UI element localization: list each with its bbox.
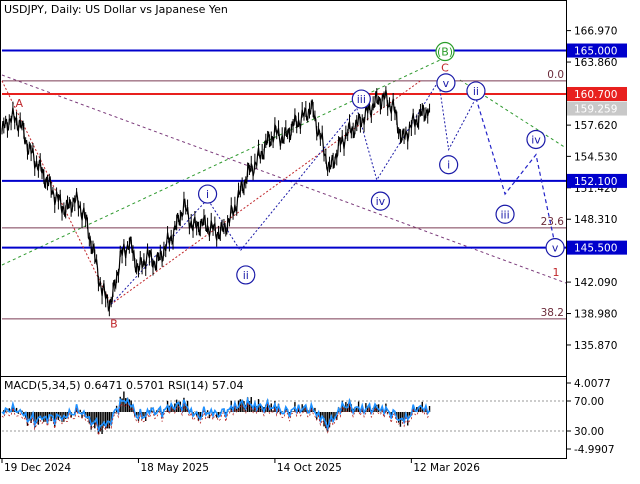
wave-label-text: iv (376, 195, 386, 208)
usdjpy-chart: USDJPY, Daily: US Dollar vs Japanese Yen… (0, 0, 640, 480)
wave-label-text: C (441, 62, 449, 75)
current-price-label: 159.259 (574, 104, 617, 116)
price-tick-label: 148.310 (574, 214, 617, 226)
level-165-box-label: 165.000 (574, 46, 617, 58)
wave-label-1: B (110, 317, 118, 330)
wave-label-13: v (545, 238, 565, 258)
wave-label-text: 1 (552, 266, 559, 279)
price-tick-label: 163.860 (574, 57, 617, 69)
price-tick-label: 154.530 (574, 151, 617, 163)
wave-label-10: ii (466, 81, 486, 101)
indicator-tick-label: 4.0077 (574, 378, 611, 390)
time-tick-label: 12 Mar 2026 (413, 462, 480, 474)
wave-label-8: v (436, 73, 456, 93)
wave-label-text: i (206, 188, 209, 201)
wave-label-4: i (197, 184, 218, 204)
wave-label-5: ii (236, 265, 256, 285)
wave-label-text: (B) (437, 46, 453, 59)
wave-label-14: 1 (552, 266, 559, 279)
wave-label-text: A (16, 97, 24, 110)
time-tick-label: 19 Dec 2024 (4, 462, 71, 474)
wave-label-6: iii (351, 89, 371, 109)
wave-label-0: A (16, 97, 24, 110)
fib-38-2-label: 38.2 (541, 307, 564, 319)
wave-label-text: B (110, 317, 118, 330)
wave-label-3: C (441, 62, 449, 75)
price-tick-label: 135.870 (574, 340, 617, 352)
time-tick-label: 18 May 2025 (140, 462, 208, 474)
wave-label-text: iii (357, 93, 366, 106)
price-tick-label: 138.980 (574, 309, 617, 321)
indicator-tick-label: -4.9907 (574, 444, 615, 456)
wave-label-text: ii (243, 269, 249, 282)
fib-0-label: 0.0 (547, 69, 564, 81)
wave-label-7: iv (370, 191, 391, 211)
wave-label-9: i (439, 155, 459, 175)
level-145-5-box-label: 145.500 (574, 243, 617, 255)
level-160-7-box-label: 160.700 (574, 89, 617, 101)
time-tick-label: 14 Oct 2025 (277, 462, 342, 474)
price-tick-label: 166.970 (574, 26, 617, 38)
wave-label-text: i (447, 159, 450, 172)
level-152-1-box-label: 152.100 (574, 176, 617, 188)
wave-label-11: iii (495, 204, 515, 224)
wave-label-text: v (443, 77, 450, 90)
wave-label-text: ii (473, 85, 479, 98)
wave-label-text: iv (531, 133, 541, 146)
wave-label-text: v (552, 242, 559, 255)
chart-title: USDJPY, Daily: US Dollar vs Japanese Yen (4, 3, 228, 16)
indicator-label: MACD(5,34,5) 0.6471 0.5701 RSI(14) 57.04 (4, 379, 243, 392)
wave-label-text: iii (500, 208, 509, 221)
wave-label-12: iv (526, 129, 546, 150)
background (0, 0, 640, 480)
price-tick-label: 157.620 (574, 120, 617, 132)
wave-label-2: (B) (435, 41, 455, 62)
fib-23-6-label: 23.6 (541, 216, 565, 228)
indicator-tick-label: 30.00 (574, 426, 604, 438)
price-tick-label: 142.090 (574, 277, 617, 289)
indicator-tick-label: 70.00 (574, 396, 604, 408)
